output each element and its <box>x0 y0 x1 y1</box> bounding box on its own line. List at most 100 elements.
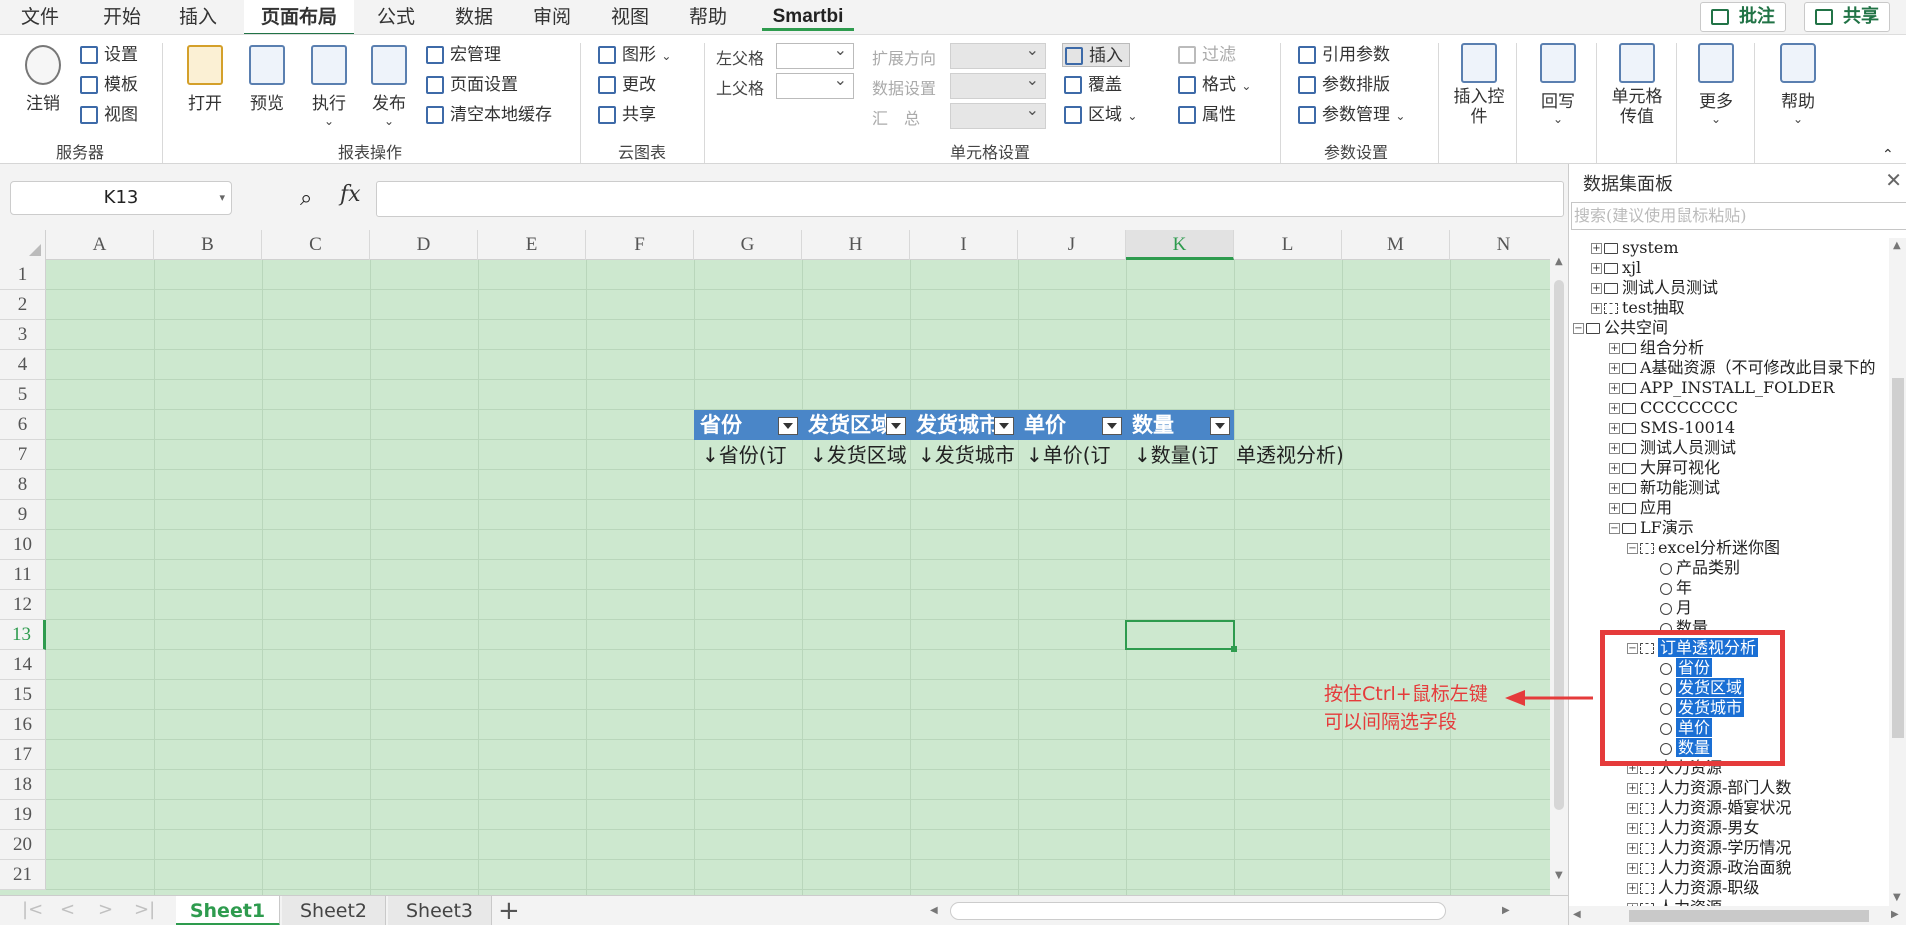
column-header[interactable]: H <box>802 230 910 260</box>
row-header[interactable]: 14 <box>0 650 46 680</box>
row-header[interactable]: 18 <box>0 770 46 800</box>
expand-direction-select[interactable] <box>950 40 1046 69</box>
tree-vertical-scrollbar[interactable]: ▲ ▼ <box>1889 238 1906 906</box>
publish-button[interactable]: 发布 ⌄ <box>364 45 414 128</box>
expand-icon[interactable]: + <box>1609 383 1620 394</box>
expand-icon[interactable]: + <box>1627 863 1638 874</box>
tree-node[interactable]: +人力资源 <box>1627 898 1722 906</box>
tree-node[interactable]: + APP_INSTALL_FOLDER <box>1609 378 1834 398</box>
tab-page-layout[interactable]: 页面布局 <box>244 0 354 36</box>
select-all-corner[interactable] <box>0 230 46 260</box>
tree-node[interactable]: + 人力资源-政治面貌 <box>1627 858 1791 878</box>
row-header[interactable]: 6 <box>0 410 46 440</box>
more-button[interactable]: 更多 ⌄ <box>1688 43 1744 126</box>
row-header[interactable]: 5 <box>0 380 46 410</box>
panel-search-input[interactable]: 搜索(建议使用鼠标粘贴) <box>1571 202 1906 230</box>
data-cell-ship-region[interactable]: ↓发货区域 <box>802 440 910 470</box>
collapse-icon[interactable]: − <box>1573 323 1584 334</box>
tree-node[interactable]: + xjl <box>1591 258 1641 278</box>
row-header[interactable]: 4 <box>0 350 46 380</box>
row-header[interactable]: 15 <box>0 680 46 710</box>
settings-button[interactable]: 设置 <box>78 43 138 67</box>
last-sheet-icon[interactable]: >| <box>134 899 155 920</box>
expand-icon[interactable]: + <box>1609 443 1620 454</box>
row-header[interactable]: 19 <box>0 800 46 830</box>
row-header[interactable]: 2 <box>0 290 46 320</box>
tree-node[interactable]: + A基础资源（不可修改此目录下的 <box>1609 358 1876 378</box>
expand-icon[interactable]: + <box>1591 243 1602 254</box>
tree-node[interactable]: + 人力资源-男女 <box>1627 818 1759 838</box>
summary-select[interactable] <box>950 100 1046 129</box>
column-header[interactable]: D <box>370 230 478 260</box>
row-header[interactable]: 7 <box>0 440 46 470</box>
tab-smartbi[interactable]: Smartbi <box>762 0 854 34</box>
dataset-tree[interactable]: + system + xjl + 测试人员测试 + test抽取 − 公共空间 + 组合分析 + A基础资… <box>1569 238 1889 906</box>
row-header[interactable]: 8 <box>0 470 46 500</box>
scroll-down-icon[interactable]: ▼ <box>1893 892 1901 903</box>
tree-node[interactable]: + system <box>1591 238 1679 258</box>
expand-icon[interactable]: + <box>1609 343 1620 354</box>
share-button[interactable]: 共享 <box>1804 2 1890 32</box>
help-button[interactable]: 帮助 ⌄ <box>1770 43 1826 126</box>
next-sheet-icon[interactable]: > <box>98 899 113 920</box>
scroll-thumb[interactable] <box>1892 378 1904 738</box>
expand-icon[interactable]: + <box>1627 883 1638 894</box>
filter-button[interactable]: 过滤 <box>1176 43 1236 67</box>
tab-file[interactable]: 文件 <box>8 0 72 34</box>
scroll-down-icon[interactable]: ▼ <box>1555 870 1563 881</box>
column-header[interactable]: A <box>46 230 154 260</box>
row-header[interactable]: 17 <box>0 740 46 770</box>
comment-button[interactable]: 批注 <box>1700 2 1786 32</box>
insert-control-button[interactable]: 插入控件 <box>1448 43 1510 127</box>
row-header[interactable]: 20 <box>0 830 46 860</box>
tree-node[interactable]: + 应用 <box>1609 498 1672 518</box>
function-icon[interactable]: fx <box>340 182 361 207</box>
attribute-button[interactable]: 属性 <box>1176 103 1236 127</box>
tab-review[interactable]: 审阅 <box>520 0 584 34</box>
collapse-icon[interactable]: − <box>1627 543 1638 554</box>
logout-button[interactable]: 注销 <box>18 45 68 114</box>
data-cell-quantity[interactable]: ↓数量(订 <box>1126 440 1236 470</box>
column-header[interactable]: G <box>694 230 802 260</box>
tab-insert[interactable]: 插入 <box>166 0 230 34</box>
tree-node[interactable]: + 人力资源-职级 <box>1627 878 1759 898</box>
data-cell-unit-price[interactable]: ↓单价(订 <box>1018 440 1126 470</box>
data-setting-select[interactable] <box>950 70 1046 99</box>
tree-node[interactable]: + 组合分析 <box>1609 338 1704 358</box>
chart-button[interactable]: 图形 ⌄ <box>596 43 671 67</box>
prev-sheet-icon[interactable]: < <box>60 899 75 920</box>
ref-param-button[interactable]: 引用参数 <box>1296 43 1390 67</box>
row-header[interactable]: 10 <box>0 530 46 560</box>
expand-icon[interactable]: + <box>1627 783 1638 794</box>
tree-node[interactable]: + 大屏可视化 <box>1609 458 1720 478</box>
tree-node[interactable]: + 人力资源-学历情况 <box>1627 838 1791 858</box>
param-layout-button[interactable]: 参数排版 <box>1296 73 1390 97</box>
row-header[interactable]: 1 <box>0 260 46 290</box>
format-button[interactable]: 格式 ⌄ <box>1176 73 1251 97</box>
expand-icon[interactable]: + <box>1627 823 1638 834</box>
row-header[interactable]: 12 <box>0 590 46 620</box>
tree-node[interactable]: 产品类别 <box>1645 558 1740 578</box>
insert-mode-button[interactable]: 插入 <box>1062 43 1130 67</box>
active-cell-cursor[interactable] <box>1125 620 1237 652</box>
collapse-icon[interactable]: − <box>1609 523 1620 534</box>
tree-node[interactable]: − excel分析迷你图 <box>1627 538 1780 558</box>
change-button[interactable]: 更改 <box>596 73 656 97</box>
column-header[interactable]: L <box>1234 230 1342 260</box>
tree-node[interactable]: + test抽取 <box>1591 298 1685 318</box>
column-header[interactable]: N <box>1450 230 1550 260</box>
scroll-up-icon[interactable]: ▲ <box>1893 240 1901 251</box>
scroll-left-icon[interactable]: ◀ <box>1573 909 1581 920</box>
formula-input[interactable] <box>376 181 1564 217</box>
area-button[interactable]: 区域 ⌄ <box>1062 103 1137 127</box>
scroll-up-icon[interactable]: ▲ <box>1555 256 1563 267</box>
cloud-share-button[interactable]: 共享 <box>596 103 656 127</box>
tree-node[interactable]: + 测试人员测试 <box>1591 278 1718 298</box>
tab-home[interactable]: 开始 <box>90 0 154 34</box>
expand-icon[interactable]: + <box>1609 403 1620 414</box>
expand-icon[interactable]: + <box>1627 843 1638 854</box>
column-header[interactable]: C <box>262 230 370 260</box>
tree-node[interactable]: 年 <box>1645 578 1692 598</box>
column-header[interactable]: M <box>1342 230 1450 260</box>
sheet-tab-sheet3[interactable]: Sheet3 <box>388 896 492 925</box>
